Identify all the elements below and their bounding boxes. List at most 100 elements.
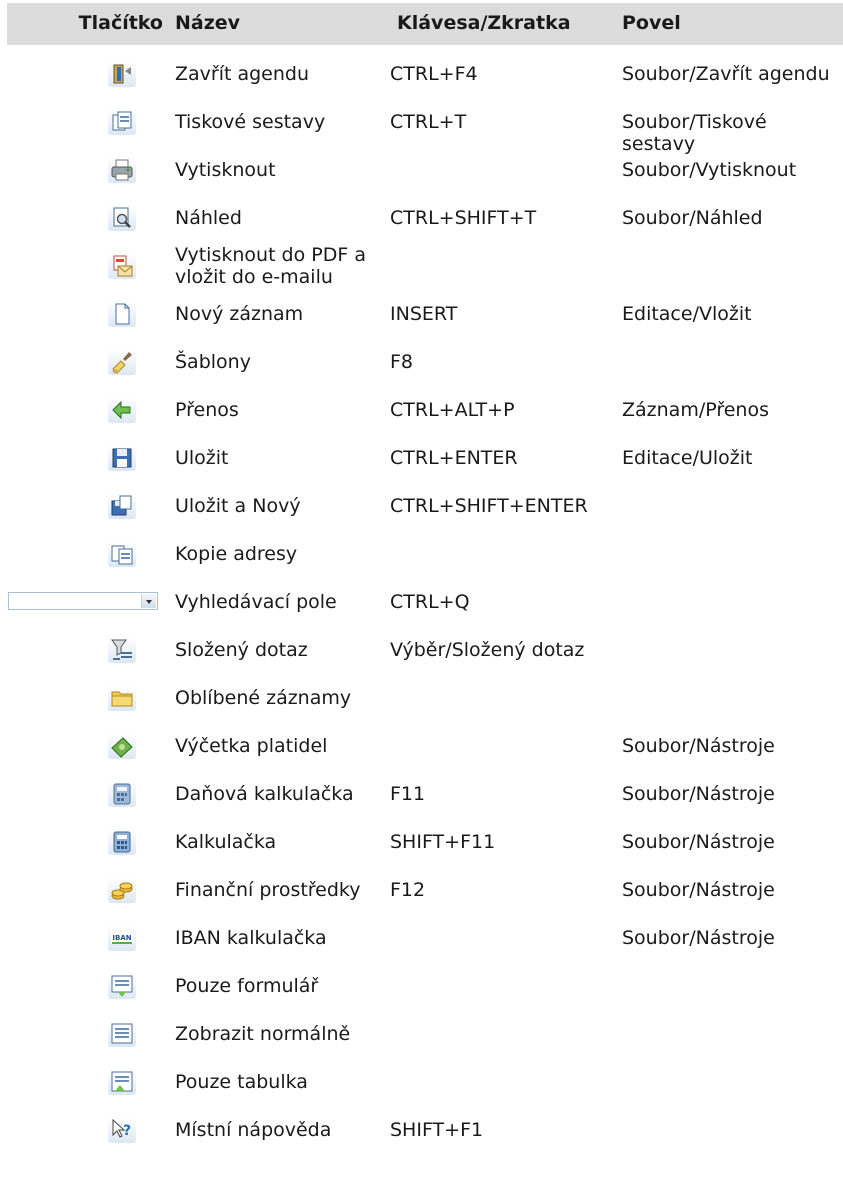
cell-command: Soubor/Zavřít agendu xyxy=(622,63,830,85)
copy-address-icon[interactable] xyxy=(108,541,136,567)
pdf-email-icon[interactable] xyxy=(108,253,136,279)
table-row: Uložit CTRL+ENTER Editace/Uložit xyxy=(0,434,843,482)
help-icon[interactable]: ? xyxy=(108,1117,136,1143)
cell-command: Editace/Uložit xyxy=(622,447,753,469)
cell-name: Kopie adresy xyxy=(175,543,298,565)
print-preview-icon[interactable] xyxy=(108,205,136,231)
chevron-down-icon[interactable] xyxy=(141,594,156,608)
cell-shortcut: CTRL+SHIFT+ENTER xyxy=(390,495,588,517)
cell-name: Uložit xyxy=(175,447,229,469)
printer-icon[interactable] xyxy=(108,157,136,183)
calculator-icon[interactable] xyxy=(108,829,136,855)
table-row: Výčetka platidel Soubor/Nástroje xyxy=(0,722,843,770)
table-row: Tiskové sestavy CTRL+T Soubor/Tiskové sest… xyxy=(0,98,843,155)
table-row: IBAN IBAN kalkulačka Soubor/Nástroje xyxy=(0,914,843,962)
table-row: Složený dotaz Výběr/Složený dotaz xyxy=(0,626,843,674)
cell-name: Přenos xyxy=(175,399,239,421)
table-row: Pouze tabulka xyxy=(0,1058,843,1106)
cell-command: Soubor/Vytisknout xyxy=(622,159,797,181)
cell-name: Složený dotaz xyxy=(175,639,308,661)
table-row: Zavřít agendu CTRL+F4 Soubor/Zavřít agendu xyxy=(0,50,843,98)
coins-icon[interactable] xyxy=(108,877,136,903)
save-new-icon[interactable] xyxy=(108,493,136,519)
table-row: ? Místní nápověda SHIFT+F1 xyxy=(0,1106,843,1154)
form-only-icon[interactable] xyxy=(108,973,136,999)
cell-command: Soubor/Nástroje xyxy=(622,879,775,901)
cell-name: Kalkulačka xyxy=(175,831,277,853)
table-row: Vytisknout do PDF a vložit do e-mailu xyxy=(0,242,843,290)
svg-text:?: ? xyxy=(123,1123,131,1139)
table-row: Pouze formulář xyxy=(0,962,843,1010)
cell-shortcut: Výběr/Složený dotaz xyxy=(390,639,585,661)
table-only-icon[interactable] xyxy=(108,1069,136,1095)
table-row: Náhled CTRL+SHIFT+T Soubor/Náhled xyxy=(0,194,843,242)
close-agenda-icon[interactable] xyxy=(108,61,136,87)
table-row: Kopie adresy xyxy=(0,530,843,578)
header-name: Název xyxy=(175,12,241,34)
table-row: Kalkulačka SHIFT+F11 Soubor/Nástroje xyxy=(0,818,843,866)
header-button: Tlačítko xyxy=(78,12,163,34)
print-reports-icon[interactable] xyxy=(108,109,136,135)
cell-name: Vytisknout do PDF a vložit do e-mailu xyxy=(175,244,366,288)
cell-shortcut: CTRL+Q xyxy=(390,591,470,613)
templates-brush-icon[interactable] xyxy=(108,349,136,375)
header-key: Klávesa/Zkratka xyxy=(397,12,571,34)
save-icon[interactable] xyxy=(108,445,136,471)
folder-icon[interactable] xyxy=(108,685,136,711)
cell-shortcut: F8 xyxy=(390,351,414,373)
cell-name: Vyhledávací pole xyxy=(175,591,337,613)
cell-name: Uložit a Nový xyxy=(175,495,301,517)
cell-name: Vytisknout xyxy=(175,159,276,181)
cell-command: Záznam/Přenos xyxy=(622,399,769,421)
search-combobox[interactable] xyxy=(8,592,158,610)
cell-name: Zavřít agendu xyxy=(175,63,310,85)
cell-command: Editace/Vložit xyxy=(622,303,752,325)
table-row: Přenos CTRL+ALT+P Záznam/Přenos xyxy=(0,386,843,434)
normal-view-icon[interactable] xyxy=(108,1021,136,1047)
cell-name: Zobrazit normálně xyxy=(175,1023,351,1045)
table-row: Uložit a Nový CTRL+SHIFT+ENTER xyxy=(0,482,843,530)
cell-shortcut: CTRL+F4 xyxy=(390,63,478,85)
table-row: Daňová kalkulačka F11 Soubor/Nástroje xyxy=(0,770,843,818)
cell-command: Soubor/Náhled xyxy=(622,207,763,229)
table-row: Oblíbené záznamy xyxy=(0,674,843,722)
cell-shortcut: CTRL+T xyxy=(390,111,467,133)
cell-shortcut: INSERT xyxy=(390,303,458,325)
cell-name: Pouze formulář xyxy=(175,975,319,997)
cell-name: Daňová kalkulačka xyxy=(175,783,354,805)
cell-name: Finanční prostředky xyxy=(175,879,361,901)
cell-name: Náhled xyxy=(175,207,242,229)
table-row: Vyhledávací pole CTRL+Q xyxy=(0,578,843,626)
iban-icon[interactable]: IBAN xyxy=(108,925,136,951)
cell-shortcut: SHIFT+F11 xyxy=(390,831,496,853)
cell-shortcut: CTRL+ENTER xyxy=(390,447,518,469)
cell-name: Pouze tabulka xyxy=(175,1071,308,1093)
cell-shortcut: F12 xyxy=(390,879,426,901)
transfer-arrow-icon[interactable] xyxy=(108,397,136,423)
table-row: Šablony F8 xyxy=(0,338,843,386)
cell-command: Soubor/Nástroje xyxy=(622,831,775,853)
cell-name: Místní nápověda xyxy=(175,1119,332,1141)
cell-shortcut: CTRL+SHIFT+T xyxy=(390,207,537,229)
cell-command: Soubor/Nástroje xyxy=(622,735,775,757)
cell-shortcut: F11 xyxy=(390,783,426,805)
money-icon[interactable] xyxy=(108,733,136,759)
cell-name: Tiskové sestavy xyxy=(175,111,326,133)
tax-calculator-icon[interactable] xyxy=(108,781,136,807)
cell-name: Oblíbené záznamy xyxy=(175,687,352,709)
table-header: Tlačítko Název Klávesa/Zkratka Povel xyxy=(7,3,843,45)
new-record-icon[interactable] xyxy=(108,301,136,327)
cell-shortcut: SHIFT+F1 xyxy=(390,1119,484,1141)
table-row: Vytisknout Soubor/Vytisknout xyxy=(0,146,843,194)
table-row: Zobrazit normálně xyxy=(0,1010,843,1058)
cell-shortcut: CTRL+ALT+P xyxy=(390,399,515,421)
filter-query-icon[interactable] xyxy=(108,637,136,663)
table-row: Nový záznam INSERT Editace/Vložit xyxy=(0,290,843,338)
header-command: Povel xyxy=(622,12,681,34)
iban-badge-text: IBAN xyxy=(112,934,131,942)
cell-command: Soubor/Nástroje xyxy=(622,927,775,949)
cell-command: Soubor/Nástroje xyxy=(622,783,775,805)
cell-name: Šablony xyxy=(175,351,251,373)
cell-name: Nový záznam xyxy=(175,303,304,325)
cell-name: Výčetka platidel xyxy=(175,735,328,757)
